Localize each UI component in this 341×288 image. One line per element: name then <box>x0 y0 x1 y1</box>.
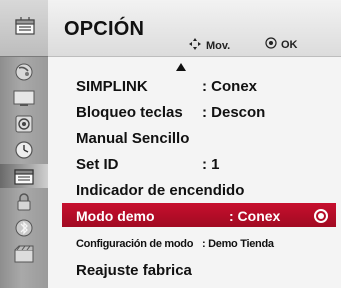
option-menu-icon <box>13 166 35 186</box>
sidebar-item-usb[interactable] <box>0 242 48 266</box>
screen-icon <box>12 88 36 108</box>
menu-item-simplink[interactable]: SIMPLINK : Conex <box>48 74 338 100</box>
menu-item-value: : Descon <box>202 104 266 121</box>
ok-hint-label: OK <box>281 38 298 51</box>
menu-item-value: : Conex <box>229 208 281 224</box>
move-hint: Mov. <box>188 37 230 54</box>
lock-icon <box>14 192 34 212</box>
menu-item-label: Modo demo <box>76 208 155 224</box>
audio-icon <box>14 114 34 134</box>
sidebar-item-lock[interactable] <box>0 190 48 214</box>
menu-item-manual-sencillo[interactable]: Manual Sencillo <box>48 126 338 152</box>
ok-button-icon <box>265 37 281 52</box>
selected-radio-icon <box>314 209 328 223</box>
menu-item-label: Indicador de encendido <box>76 182 245 199</box>
sidebar-item-option[interactable] <box>0 164 48 188</box>
menu-item-value: : Conex <box>202 78 258 95</box>
usb-icon <box>13 244 35 264</box>
menu-item-reajuste-fabrica[interactable]: Reajuste fabrica <box>48 258 338 284</box>
move-hint-label: Mov. <box>206 39 231 52</box>
category-sidebar <box>0 0 48 288</box>
menu-item-label: Configuración de modo <box>76 238 194 250</box>
sidebar-item-time[interactable] <box>0 138 48 162</box>
menu-item-indicador-encendido[interactable]: Indicador de encendido <box>48 178 338 204</box>
menu-item-modo-demo[interactable]: Modo demo : Conex <box>62 203 336 227</box>
menu-item-label: Bloqueo teclas <box>76 104 183 121</box>
sidebar-item-input[interactable] <box>0 216 48 240</box>
menu-item-label: Set ID <box>76 156 119 173</box>
menu-item-set-id[interactable]: Set ID : 1 <box>48 152 338 178</box>
clock-icon <box>14 140 34 160</box>
menu-item-value: : Demo Tienda <box>202 238 274 250</box>
input-icon <box>14 218 34 238</box>
sidebar-item-satellite[interactable] <box>0 60 48 84</box>
menu-item-configuracion-modo[interactable]: Configuración de modo : Demo Tienda <box>48 231 338 257</box>
menu-item-label: SIMPLINK <box>76 78 148 95</box>
dpad-icon <box>188 37 206 54</box>
menu-item-label: Manual Sencillo <box>76 130 190 147</box>
options-menu: OPCIÓN Mov. OK SIMPLINK: Conex Bloqueo … <box>0 0 341 288</box>
scroll-up-arrow-icon[interactable] <box>176 63 186 71</box>
sidebar-item-audio[interactable] <box>0 112 48 136</box>
menu-item-value: : 1 <box>202 156 220 173</box>
menu-item-label: Reajuste fabrica <box>76 262 192 279</box>
menu-header: OPCIÓN Mov. OK <box>48 0 341 57</box>
satellite-dish-icon <box>14 62 34 82</box>
option-menu-icon <box>13 14 37 43</box>
sidebar-header <box>0 0 48 57</box>
ok-hint: OK <box>265 37 298 52</box>
sidebar-item-screen[interactable] <box>0 86 48 110</box>
page-title: OPCIÓN <box>64 18 145 40</box>
menu-item-bloqueo-teclas[interactable]: Bloqueo teclas : Descon <box>48 100 338 126</box>
